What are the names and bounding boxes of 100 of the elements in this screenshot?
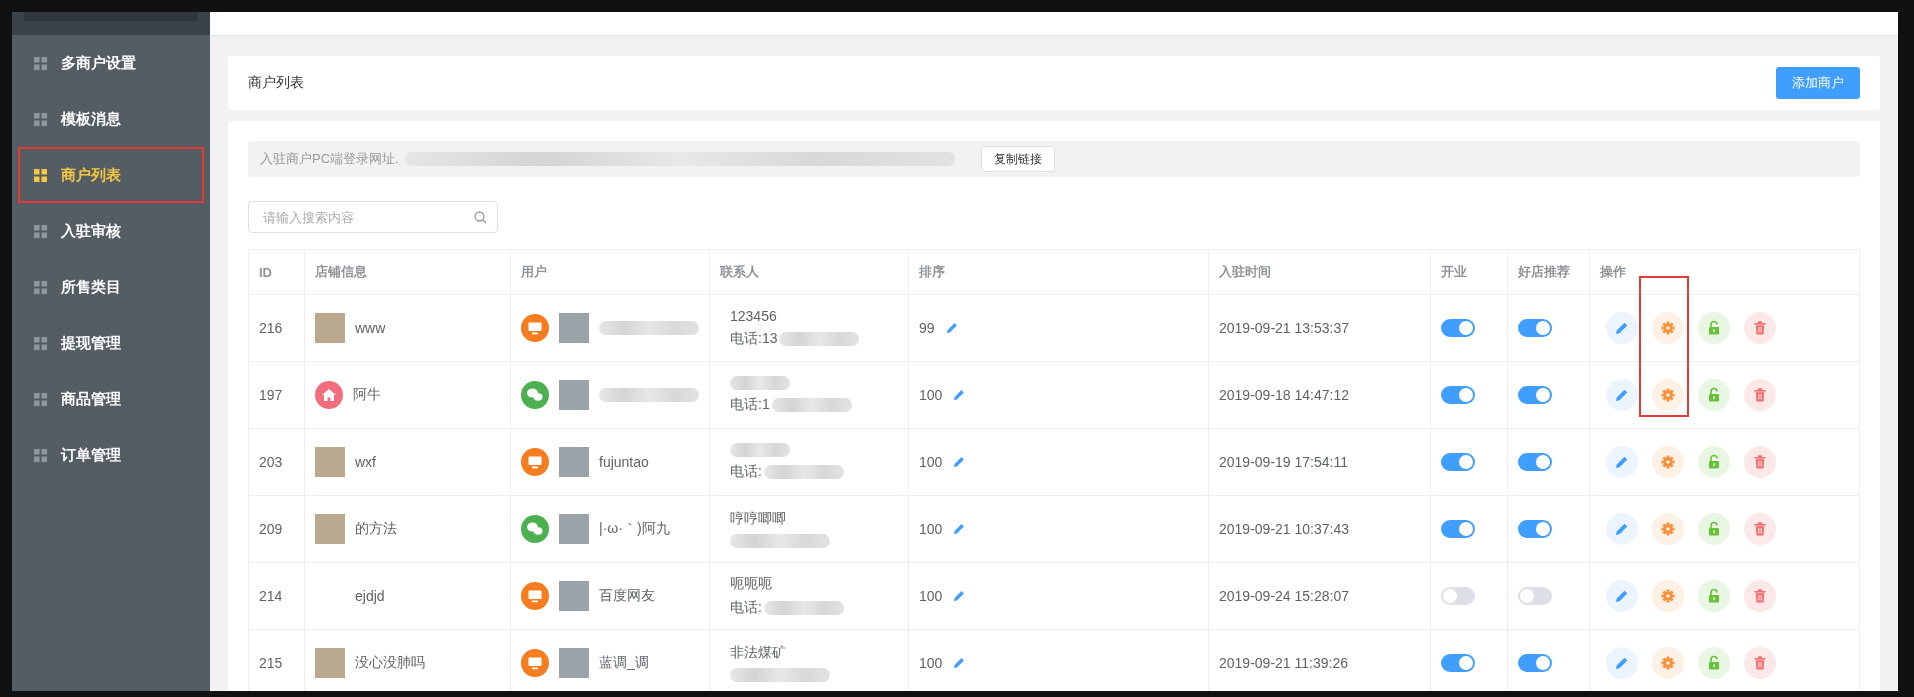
grid-icon bbox=[34, 448, 47, 462]
avatar-placeholder bbox=[559, 514, 589, 544]
store-name: 的方法 bbox=[355, 520, 397, 538]
padlock-icon bbox=[1706, 588, 1722, 604]
padlock-icon bbox=[1706, 320, 1722, 336]
toggle-switch[interactable] bbox=[1518, 453, 1552, 471]
unlock-button[interactable] bbox=[1698, 446, 1730, 478]
avatar-placeholder bbox=[559, 313, 589, 343]
user-name: 蓝调_调 bbox=[599, 654, 649, 672]
edit-button[interactable] bbox=[1606, 513, 1638, 545]
user-name: |·ω·｀)阿九 bbox=[599, 520, 670, 538]
avatar-placeholder bbox=[559, 380, 589, 410]
toggle-switch[interactable] bbox=[1518, 319, 1552, 337]
column-header: 开业 bbox=[1430, 250, 1507, 294]
contact-name: 123456 bbox=[730, 308, 777, 324]
join-time: 2019-09-21 10:37:43 bbox=[1219, 521, 1349, 537]
sidebar-item[interactable]: 订单管理 bbox=[18, 427, 204, 483]
join-time: 2019-09-18 14:47:12 bbox=[1219, 387, 1349, 403]
search-field[interactable]: 请输入搜索内容 bbox=[248, 201, 498, 233]
edit-button[interactable] bbox=[1606, 580, 1638, 612]
trash-icon bbox=[1752, 655, 1768, 671]
grid-icon bbox=[34, 224, 47, 238]
pencil-icon[interactable] bbox=[952, 455, 967, 469]
delete-button[interactable] bbox=[1744, 446, 1776, 478]
toggle-switch[interactable] bbox=[1518, 587, 1552, 605]
unlock-button[interactable] bbox=[1698, 580, 1730, 612]
monitor-icon bbox=[521, 314, 549, 342]
settings-button[interactable] bbox=[1652, 446, 1684, 478]
delete-button[interactable] bbox=[1744, 312, 1776, 344]
id-text: 216 bbox=[259, 320, 283, 336]
sidebar-item[interactable]: 提现管理 bbox=[18, 315, 204, 371]
unlock-button[interactable] bbox=[1698, 513, 1730, 545]
edit-button[interactable] bbox=[1606, 312, 1638, 344]
column-header: 操作 bbox=[1589, 250, 1859, 294]
toggle-switch[interactable] bbox=[1441, 386, 1475, 404]
grid-icon bbox=[34, 280, 47, 294]
sort-value: 100 bbox=[919, 655, 943, 671]
pencil-icon[interactable] bbox=[952, 589, 967, 603]
column-header: 好店推荐 bbox=[1507, 250, 1589, 294]
pencil-icon[interactable] bbox=[952, 522, 967, 536]
toggle-switch[interactable] bbox=[1441, 453, 1475, 471]
sidebar-item[interactable]: 多商户设置 bbox=[18, 35, 204, 91]
gear-icon bbox=[1660, 655, 1676, 671]
chat-bubbles-icon bbox=[521, 381, 549, 409]
join-time: 2019-09-21 13:53:37 bbox=[1219, 320, 1349, 336]
join-time: 2019-09-19 17:54:11 bbox=[1219, 454, 1348, 470]
page-title: 商户列表 bbox=[248, 74, 304, 92]
column-header: 店铺信息 bbox=[304, 250, 510, 294]
toggle-switch[interactable] bbox=[1441, 587, 1475, 605]
settings-button[interactable] bbox=[1652, 513, 1684, 545]
toggle-switch[interactable] bbox=[1518, 520, 1552, 538]
chat-bubbles-icon bbox=[521, 515, 549, 543]
unlock-button[interactable] bbox=[1698, 647, 1730, 679]
delete-button[interactable] bbox=[1744, 379, 1776, 411]
settings-button[interactable] bbox=[1652, 379, 1684, 411]
pencil-icon[interactable] bbox=[952, 656, 967, 670]
copy-link-button[interactable]: 复制链接 bbox=[980, 146, 1055, 172]
sidebar-item[interactable]: 模板消息 bbox=[18, 91, 204, 147]
pencil-icon[interactable] bbox=[952, 388, 967, 402]
toggle-switch[interactable] bbox=[1441, 654, 1475, 672]
delete-button[interactable] bbox=[1744, 580, 1776, 612]
sidebar-item[interactable]: 所售类目 bbox=[18, 259, 204, 315]
pencil-icon bbox=[1614, 454, 1630, 470]
sidebar-item[interactable]: 入驻审核 bbox=[18, 203, 204, 259]
settings-button[interactable] bbox=[1652, 312, 1684, 344]
monitor-icon bbox=[521, 448, 549, 476]
sidebar-item[interactable]: 商品管理 bbox=[18, 371, 204, 427]
delete-button[interactable] bbox=[1744, 513, 1776, 545]
blurred-redaction bbox=[730, 376, 790, 390]
trash-icon bbox=[1752, 454, 1768, 470]
edit-button[interactable] bbox=[1606, 379, 1638, 411]
toggle-switch[interactable] bbox=[1518, 386, 1552, 404]
edit-button[interactable] bbox=[1606, 446, 1638, 478]
trash-icon bbox=[1752, 588, 1768, 604]
contact-name: 非法煤矿 bbox=[730, 644, 786, 662]
gear-icon bbox=[1660, 588, 1676, 604]
avatar-placeholder bbox=[559, 648, 589, 678]
delete-button[interactable] bbox=[1744, 647, 1776, 679]
photo-placeholder bbox=[315, 447, 345, 477]
sort-value: 100 bbox=[919, 454, 943, 470]
padlock-icon bbox=[1706, 387, 1722, 403]
pencil-icon bbox=[1614, 588, 1630, 604]
pencil-icon[interactable] bbox=[944, 321, 959, 335]
edit-button[interactable] bbox=[1606, 647, 1638, 679]
trash-icon bbox=[1752, 387, 1768, 403]
settings-button[interactable] bbox=[1652, 647, 1684, 679]
join-time: 2019-09-24 15:28:07 bbox=[1219, 588, 1349, 604]
sidebar-item[interactable]: 商户列表 bbox=[18, 147, 204, 203]
toggle-switch[interactable] bbox=[1441, 319, 1475, 337]
unlock-button[interactable] bbox=[1698, 379, 1730, 411]
grid-icon bbox=[34, 336, 47, 350]
id-text: 215 bbox=[259, 655, 283, 671]
join-time: 2019-09-21 11:39:26 bbox=[1219, 655, 1348, 671]
toggle-switch[interactable] bbox=[1518, 654, 1552, 672]
unlock-button[interactable] bbox=[1698, 312, 1730, 344]
phone-text: 电话:13 bbox=[730, 330, 778, 348]
toggle-switch[interactable] bbox=[1441, 520, 1475, 538]
trash-icon bbox=[1752, 521, 1768, 537]
user-name: 百度网友 bbox=[599, 587, 655, 605]
settings-button[interactable] bbox=[1652, 580, 1684, 612]
